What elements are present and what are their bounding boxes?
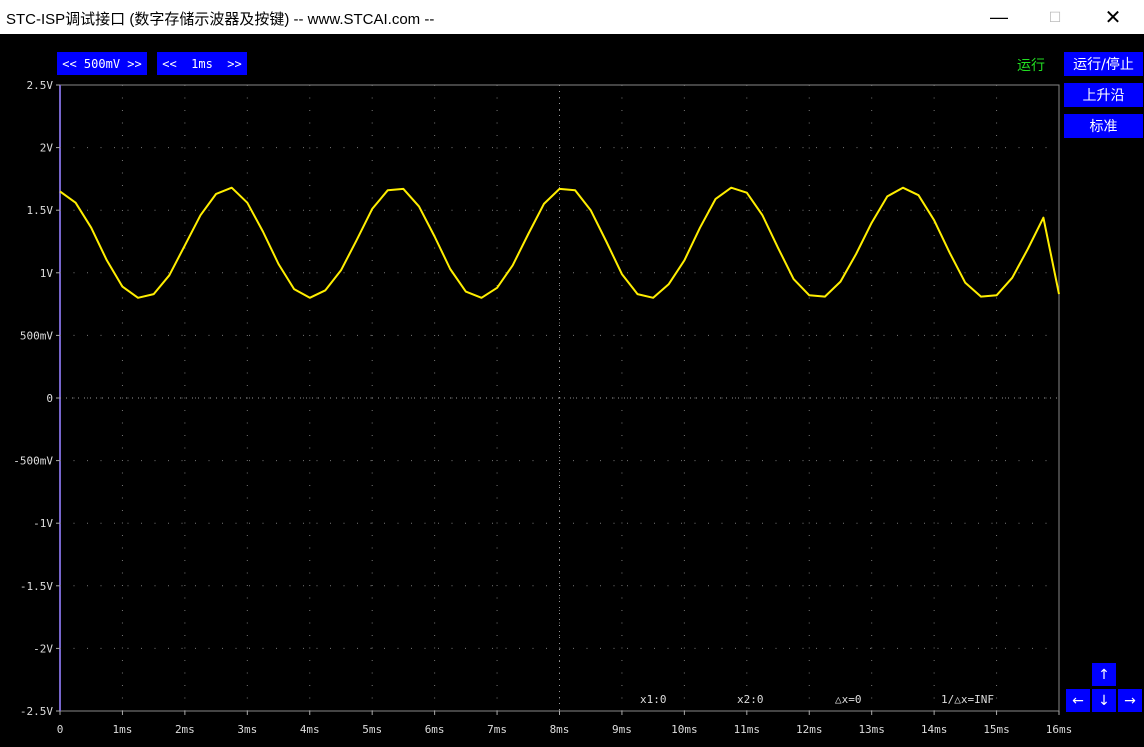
y-tick-label: -2V xyxy=(33,642,53,655)
cursor-readout: x1:0 x2:0 △x=0 1/△x=INF xyxy=(640,693,994,706)
down-arrow-icon[interactable]: ↓ xyxy=(1092,689,1116,712)
x-tick-label: 0 xyxy=(57,723,64,736)
x-tick-label: 12ms xyxy=(796,723,823,736)
right-arrow-icon[interactable]: → xyxy=(1118,689,1142,712)
y-tick-label: 2V xyxy=(40,142,54,155)
status-label: 运行 xyxy=(1017,58,1045,74)
x-tick-label: 13ms xyxy=(858,723,885,736)
y-tick-label: -1.5V xyxy=(20,580,53,593)
y-tick-label: 500mV xyxy=(20,329,53,342)
left-arrow-icon[interactable]: ← xyxy=(1066,689,1090,712)
x-tick-label: 3ms xyxy=(237,723,257,736)
volt-div-button[interactable]: << 500mV >> xyxy=(57,52,147,75)
x-tick-label: 11ms xyxy=(734,723,761,736)
mode-button[interactable]: 标准 xyxy=(1064,114,1143,138)
x-tick-label: 4ms xyxy=(300,723,320,736)
y-tick-label: -500mV xyxy=(13,455,53,468)
x-tick-label: 7ms xyxy=(487,723,507,736)
grid xyxy=(56,84,1060,715)
y-tick-label: -2.5V xyxy=(20,705,53,718)
signal-trace xyxy=(59,186,1060,299)
run-stop-button[interactable]: 运行/停止 xyxy=(1064,52,1143,76)
x-tick-label: 8ms xyxy=(550,723,570,736)
x-tick-label: 6ms xyxy=(425,723,445,736)
up-arrow-icon[interactable]: ↑ xyxy=(1092,663,1116,686)
y-tick-label: 1V xyxy=(40,267,54,280)
y-tick-label: 2.5V xyxy=(27,79,54,92)
y-tick-label: 0 xyxy=(46,392,53,405)
y-tick-label: -1V xyxy=(33,517,53,530)
cursor-inverse-dx-readout: 1/△x=INF xyxy=(941,693,994,706)
x-tick-label: 1ms xyxy=(113,723,133,736)
x-tick-label: 16ms xyxy=(1046,723,1073,736)
x-tick-label: 5ms xyxy=(362,723,382,736)
cursor-x1-readout: x1:0 xyxy=(640,693,667,706)
time-div-button[interactable]: << 1ms >> xyxy=(157,52,247,75)
y-tick-label: 1.5V xyxy=(27,204,54,217)
rising-edge-button[interactable]: 上升沿 xyxy=(1064,83,1143,107)
x-tick-label: 15ms xyxy=(983,723,1010,736)
cursor-dx-readout: △x=0 xyxy=(835,693,862,706)
trace-layer xyxy=(59,186,1060,299)
x-tick-label: 2ms xyxy=(175,723,195,736)
oscilloscope-chart: 2.5V 2V 1.5V 1V 500mV 0 -500mV -1V -1.5V -2V -2.5V… xyxy=(13,79,1072,736)
x-tick-label: 14ms xyxy=(921,723,948,736)
x-tick-label: 9ms xyxy=(612,723,632,736)
axis-labels: 2.5V 2V 1.5V 1V 500mV 0 -500mV -1V -1.5V -2V -2.5V… xyxy=(13,79,1072,736)
x-tick-label: 10ms xyxy=(671,723,698,736)
cursor-x2-readout: x2:0 xyxy=(737,693,764,706)
